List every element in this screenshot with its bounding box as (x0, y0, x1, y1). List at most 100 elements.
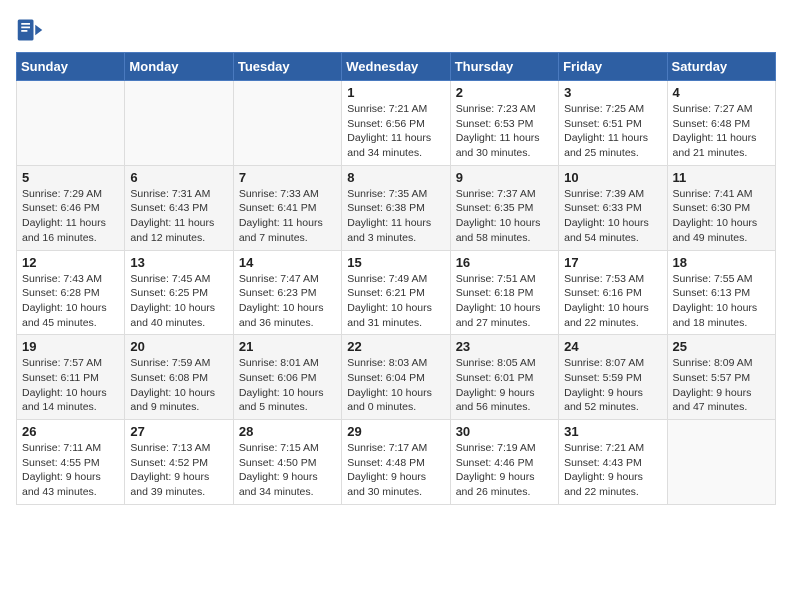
day-number: 2 (456, 85, 553, 100)
calendar-cell: 29 Sunrise: 7:17 AM Sunset: 4:48 PM Dayli… (342, 420, 450, 505)
calendar-cell: 17 Sunrise: 7:53 AM Sunset: 6:16 PM Dayli… (559, 250, 667, 335)
day-info: Sunrise: 8:03 AM Sunset: 6:04 PM Dayligh… (347, 356, 444, 415)
day-info: Sunrise: 7:57 AM Sunset: 6:11 PM Dayligh… (22, 356, 119, 415)
calendar-cell: 14 Sunrise: 7:47 AM Sunset: 6:23 PM Dayli… (233, 250, 341, 335)
day-number: 18 (673, 255, 770, 270)
calendar-cell: 7 Sunrise: 7:33 AM Sunset: 6:41 PM Daylig… (233, 165, 341, 250)
day-info: Sunrise: 8:09 AM Sunset: 5:57 PM Dayligh… (673, 356, 770, 415)
day-info: Sunrise: 7:35 AM Sunset: 6:38 PM Dayligh… (347, 187, 444, 246)
day-info: Sunrise: 7:11 AM Sunset: 4:55 PM Dayligh… (22, 441, 119, 500)
calendar-cell: 3 Sunrise: 7:25 AM Sunset: 6:51 PM Daylig… (559, 81, 667, 166)
day-info: Sunrise: 7:47 AM Sunset: 6:23 PM Dayligh… (239, 272, 336, 331)
day-number: 12 (22, 255, 119, 270)
calendar-cell: 18 Sunrise: 7:55 AM Sunset: 6:13 PM Dayli… (667, 250, 775, 335)
calendar-week-3: 19 Sunrise: 7:57 AM Sunset: 6:11 PM Dayli… (17, 335, 776, 420)
day-number: 22 (347, 339, 444, 354)
weekday-header-monday: Monday (125, 53, 233, 81)
calendar-cell: 23 Sunrise: 8:05 AM Sunset: 6:01 PM Dayli… (450, 335, 558, 420)
calendar-cell: 22 Sunrise: 8:03 AM Sunset: 6:04 PM Dayli… (342, 335, 450, 420)
calendar-cell: 9 Sunrise: 7:37 AM Sunset: 6:35 PM Daylig… (450, 165, 558, 250)
day-info: Sunrise: 7:17 AM Sunset: 4:48 PM Dayligh… (347, 441, 444, 500)
calendar-cell: 5Sunrise: 7:29 AM Sunset: 6:46 PM Daylig… (17, 165, 125, 250)
day-number: 5 (22, 170, 119, 185)
weekday-header-sunday: Sunday (17, 53, 125, 81)
calendar-cell: 25Sunrise: 8:09 AM Sunset: 5:57 PM Dayli… (667, 335, 775, 420)
calendar-cell: 6 Sunrise: 7:31 AM Sunset: 6:43 PM Daylig… (125, 165, 233, 250)
calendar-cell: 31 Sunrise: 7:21 AM Sunset: 4:43 PM Dayli… (559, 420, 667, 505)
day-number: 4 (673, 85, 770, 100)
day-number: 23 (456, 339, 553, 354)
day-number: 15 (347, 255, 444, 270)
day-info: Sunrise: 7:15 AM Sunset: 4:50 PM Dayligh… (239, 441, 336, 500)
day-number: 31 (564, 424, 661, 439)
day-info: Sunrise: 7:41 AM Sunset: 6:30 PM Dayligh… (673, 187, 770, 246)
day-number: 29 (347, 424, 444, 439)
day-info: Sunrise: 7:33 AM Sunset: 6:41 PM Dayligh… (239, 187, 336, 246)
day-number: 1 (347, 85, 444, 100)
calendar-cell: 19 Sunrise: 7:57 AM Sunset: 6:11 PM Dayli… (17, 335, 125, 420)
calendar-cell: 24 Sunrise: 8:07 AM Sunset: 5:59 PM Dayli… (559, 335, 667, 420)
calendar-cell: 15Sunrise: 7:49 AM Sunset: 6:21 PM Dayli… (342, 250, 450, 335)
calendar-cell: 13Sunrise: 7:45 AM Sunset: 6:25 PM Dayli… (125, 250, 233, 335)
day-info: Sunrise: 7:25 AM Sunset: 6:51 PM Dayligh… (564, 102, 661, 161)
day-info: Sunrise: 7:21 AM Sunset: 4:43 PM Dayligh… (564, 441, 661, 500)
day-info: Sunrise: 7:27 AM Sunset: 6:48 PM Dayligh… (673, 102, 770, 161)
day-info: Sunrise: 7:53 AM Sunset: 6:16 PM Dayligh… (564, 272, 661, 331)
weekday-header-thursday: Thursday (450, 53, 558, 81)
day-number: 11 (673, 170, 770, 185)
day-info: Sunrise: 8:05 AM Sunset: 6:01 PM Dayligh… (456, 356, 553, 415)
page-header (16, 16, 776, 44)
day-number: 14 (239, 255, 336, 270)
day-number: 17 (564, 255, 661, 270)
calendar-week-0: 1 Sunrise: 7:21 AM Sunset: 6:56 PM Daylig… (17, 81, 776, 166)
day-number: 10 (564, 170, 661, 185)
day-info: Sunrise: 7:21 AM Sunset: 6:56 PM Dayligh… (347, 102, 444, 161)
calendar-cell: 21 Sunrise: 8:01 AM Sunset: 6:06 PM Dayli… (233, 335, 341, 420)
calendar-cell: 20Sunrise: 7:59 AM Sunset: 6:08 PM Dayli… (125, 335, 233, 420)
day-info: Sunrise: 7:23 AM Sunset: 6:53 PM Dayligh… (456, 102, 553, 161)
day-number: 21 (239, 339, 336, 354)
day-number: 7 (239, 170, 336, 185)
calendar-cell: 2 Sunrise: 7:23 AM Sunset: 6:53 PM Daylig… (450, 81, 558, 166)
day-number: 24 (564, 339, 661, 354)
calendar-table: SundayMondayTuesdayWednesdayThursdayFrid… (16, 52, 776, 505)
day-number: 19 (22, 339, 119, 354)
day-info: Sunrise: 8:07 AM Sunset: 5:59 PM Dayligh… (564, 356, 661, 415)
day-info: Sunrise: 7:45 AM Sunset: 6:25 PM Dayligh… (130, 272, 227, 331)
day-number: 16 (456, 255, 553, 270)
calendar-cell: 27 Sunrise: 7:13 AM Sunset: 4:52 PM Dayli… (125, 420, 233, 505)
day-info: Sunrise: 8:01 AM Sunset: 6:06 PM Dayligh… (239, 356, 336, 415)
calendar-cell: 16 Sunrise: 7:51 AM Sunset: 6:18 PM Dayli… (450, 250, 558, 335)
day-number: 26 (22, 424, 119, 439)
weekday-header-tuesday: Tuesday (233, 53, 341, 81)
day-number: 30 (456, 424, 553, 439)
day-info: Sunrise: 7:31 AM Sunset: 6:43 PM Dayligh… (130, 187, 227, 246)
day-info: Sunrise: 7:39 AM Sunset: 6:33 PM Dayligh… (564, 187, 661, 246)
weekday-header-wednesday: Wednesday (342, 53, 450, 81)
weekday-header-saturday: Saturday (667, 53, 775, 81)
day-info: Sunrise: 7:59 AM Sunset: 6:08 PM Dayligh… (130, 356, 227, 415)
calendar-cell: 11 Sunrise: 7:41 AM Sunset: 6:30 PM Dayli… (667, 165, 775, 250)
calendar-week-4: 26 Sunrise: 7:11 AM Sunset: 4:55 PM Dayli… (17, 420, 776, 505)
calendar-cell: 8 Sunrise: 7:35 AM Sunset: 6:38 PM Daylig… (342, 165, 450, 250)
calendar-week-2: 12Sunrise: 7:43 AM Sunset: 6:28 PM Dayli… (17, 250, 776, 335)
day-number: 8 (347, 170, 444, 185)
weekday-header-friday: Friday (559, 53, 667, 81)
day-number: 3 (564, 85, 661, 100)
calendar-cell: 28 Sunrise: 7:15 AM Sunset: 4:50 PM Dayli… (233, 420, 341, 505)
calendar-cell: 12Sunrise: 7:43 AM Sunset: 6:28 PM Dayli… (17, 250, 125, 335)
calendar-week-1: 5Sunrise: 7:29 AM Sunset: 6:46 PM Daylig… (17, 165, 776, 250)
logo-icon (16, 16, 44, 44)
day-number: 27 (130, 424, 227, 439)
day-info: Sunrise: 7:51 AM Sunset: 6:18 PM Dayligh… (456, 272, 553, 331)
calendar-cell: 1 Sunrise: 7:21 AM Sunset: 6:56 PM Daylig… (342, 81, 450, 166)
day-number: 9 (456, 170, 553, 185)
calendar-cell (667, 420, 775, 505)
calendar-cell: 10 Sunrise: 7:39 AM Sunset: 6:33 PM Dayli… (559, 165, 667, 250)
day-number: 28 (239, 424, 336, 439)
day-info: Sunrise: 7:13 AM Sunset: 4:52 PM Dayligh… (130, 441, 227, 500)
calendar-cell (233, 81, 341, 166)
day-number: 6 (130, 170, 227, 185)
day-info: Sunrise: 7:37 AM Sunset: 6:35 PM Dayligh… (456, 187, 553, 246)
day-info: Sunrise: 7:55 AM Sunset: 6:13 PM Dayligh… (673, 272, 770, 331)
